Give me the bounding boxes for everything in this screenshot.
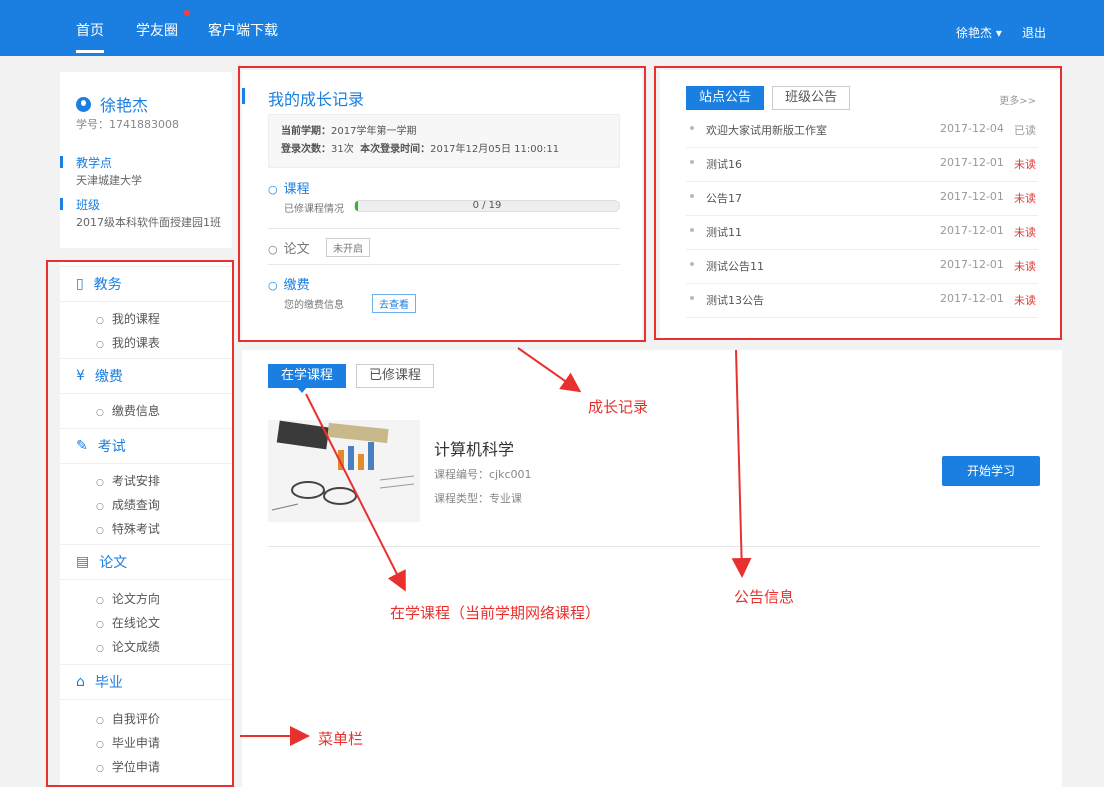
user-menu[interactable]: 徐艳杰 ▾ [956,24,1002,41]
class-value: 2017级本科软件面授建园1班 [76,216,221,229]
annotation-box-menu [46,260,234,787]
course-code: 课程编号：cjkc001 [434,468,532,481]
tab-completed-courses[interactable]: 已修课程 [356,364,435,388]
annotation-menu: 菜单栏 [318,730,364,748]
tab-current-courses[interactable]: 在学课程 [268,364,347,393]
profile-card: 徐艳杰 学号：1741883008 教学点 天津城建大学 班级 2017级本科软… [60,72,232,248]
site-label: 教学点 [76,156,113,170]
nav-classmates[interactable]: 学友圈 [136,20,178,40]
course-thumbnail-illustration [268,420,420,522]
profile-name: 徐艳杰 [100,96,149,115]
annotation-box-growth [238,66,646,342]
courses-card: 在学课程 已修课程 计算机科学 课程编号：cjkc001 课程类型：专业课 开始… [242,350,1062,787]
top-navigation-bar: 首页 学友圈 客户端下载 徐艳杰 ▾ 退出 [0,0,1104,56]
course-name[interactable]: 计算机科学 [434,436,514,460]
nav-client-download[interactable]: 客户端下载 [208,20,278,40]
profile-name-row: 徐艳杰 [76,92,148,116]
notification-dot [184,10,190,16]
course-type: 课程类型：专业课 [434,492,522,505]
annotation-current-courses: 在学课程（当前学期网络课程） [390,604,601,622]
start-learning-button[interactable]: 开始学习 [942,456,1040,486]
annotation-box-notices [654,66,1062,340]
student-id: 学号：1741883008 [76,118,179,131]
site-marker [60,156,63,168]
annotation-growth: 成长记录 [588,398,649,416]
nav-home[interactable]: 首页 [76,20,104,53]
class-label: 班级 [76,198,101,212]
annotation-notices: 公告信息 [734,588,795,606]
logout-link[interactable]: 退出 [1022,24,1046,41]
site-value: 天津城建大学 [76,174,142,187]
course-divider [268,546,1040,547]
user-icon [76,96,91,112]
course-thumbnail[interactable] [268,420,420,522]
class-marker [60,198,63,210]
